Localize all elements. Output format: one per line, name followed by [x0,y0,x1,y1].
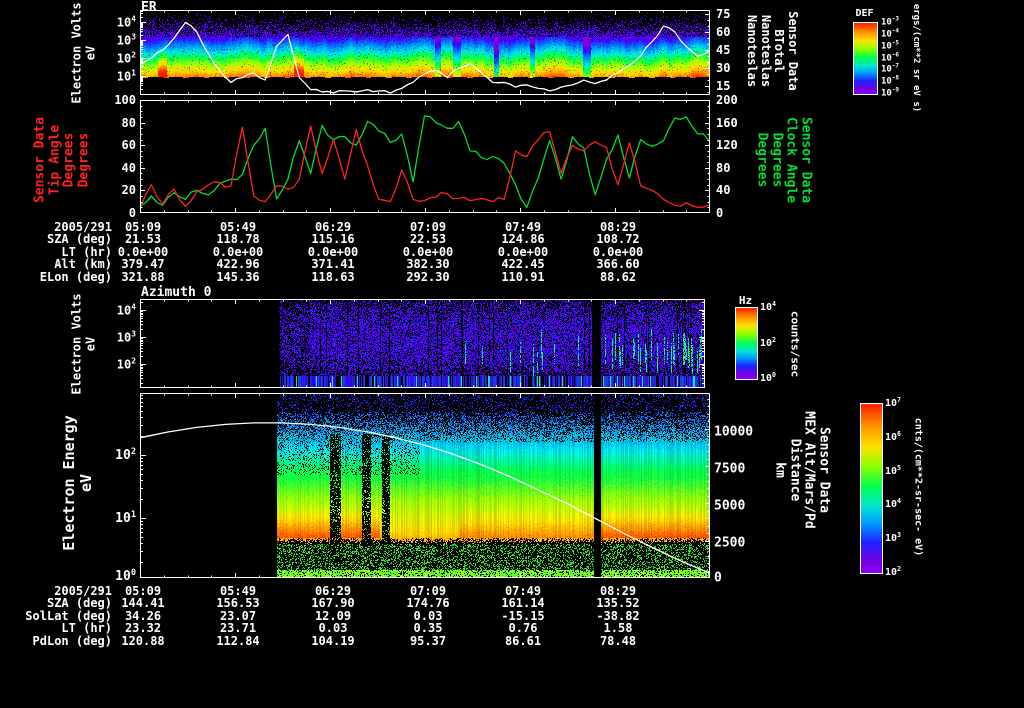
tick-label: 104 [760,299,777,314]
er-spectrogram-canvas [140,10,710,95]
azimuth-spectrogram-canvas [140,299,705,388]
table-row: 2005/291 05:09 05:49 06:29 07:09 07:49 08:29 [0,584,740,598]
tick-label: 160 [716,116,738,130]
tick-label: 104 [116,302,136,318]
tick-label: 100 [114,93,136,107]
row-value: 118.63 [311,269,355,284]
tick-label: 80 [716,161,731,175]
tick-label: 200 [716,93,738,107]
tick-label: 102 [116,356,136,372]
azimuth-left-axis-ticks: 104 103 102 [98,299,136,388]
tick-label: 0 [714,570,722,586]
energy-spectrogram-canvas [140,393,710,578]
row-value: 95.37 [409,633,447,648]
er-colorbar-ticks: 10-3 10-4 10-5 10-6 10-7 10-8 10-9 [881,16,915,98]
azimuth-colorbar [735,307,758,380]
tick-label: 20 [121,183,136,197]
energy-left-axis-ticks: 102 101 100 [96,393,136,584]
tick-label: 103 [885,530,902,545]
energy-right-axis-ticks: 10000 7500 5000 2500 0 [714,393,766,585]
tick-label: 100 [115,567,136,585]
tick-label: 10000 [714,424,754,440]
table-row: SZA (deg) 144.41 156.53 167.90 174.76 161.14 1… [0,596,740,610]
tick-label: 107 [885,395,902,410]
tick-label: 103 [116,32,136,48]
row-value: 78.48 [599,633,637,648]
table-row: 2005/291 05:09 05:49 06:29 07:09 07:49 08:29 [0,220,740,234]
tick-label: 60 [716,25,731,39]
energy-colorbar-unit: cnts/(cm**2-sr-sec- eV) [912,417,924,557]
tick-label: 10-8 [881,74,899,87]
clock-angle-axis-label: Sensor Data Clock Angle Degrees Degrees [754,116,814,204]
row-value: 292.30 [406,269,450,284]
angles-right-axis-ticks: 200 160 120 80 40 0 [716,94,756,219]
energy-ylabel: Electron Energy eV [60,415,95,551]
er-right-axis-label: Sensor Data BTotal Nanoteslas Nanoteslas [745,11,801,91]
tick-label: 10-5 [881,39,899,52]
row-value: 145.36 [216,269,260,284]
azimuth-colorbar-title: Hz [738,294,753,307]
row-value: 120.88 [121,633,165,648]
er-colorbar-title: DEF [855,8,874,19]
row-value: 112.84 [216,633,260,648]
tick-label: 0 [128,206,136,220]
tick-label: 101 [116,68,136,84]
tick-label: 10-4 [881,27,899,40]
tick-label: 10-3 [881,15,899,28]
tick-label: 103 [116,329,136,345]
tick-label: 10-9 [881,86,899,99]
tick-label: 10-7 [881,62,899,75]
tick-label: 104 [885,496,902,511]
er-colorbar [853,22,878,95]
tick-label: 75 [716,7,731,21]
tick-label: 106 [885,429,902,444]
angles-plot-canvas [140,100,710,213]
er-colorbar-unit: ergs/(cm**2 sr eV s) [911,3,921,113]
tick-label: 30 [716,61,731,75]
row-value: 86.61 [504,633,542,648]
tick-label: 0 [716,206,724,220]
row-value: 321.88 [121,269,165,284]
table-row: Alt (km) 379.47 422.96 371.41 382.30 422.45 36… [0,257,740,271]
tick-label: 40 [716,183,731,197]
tick-label: 102 [760,335,777,350]
tick-label: 102 [116,50,136,66]
table-row: SZA (deg) 21.53 118.78 115.16 22.53 124.86 108… [0,232,740,246]
tick-label: 60 [121,138,136,152]
tick-label: 100 [760,370,777,385]
tick-label: 104 [116,14,136,30]
angles-left-axis-ticks: 100 80 60 40 20 0 [98,94,136,219]
distance-axis-label: Sensor Data MEX Alt/Mars/Pd Distance km [772,411,832,529]
er-ylabel: Electron Volts eV [69,2,97,104]
tick-label: 7500 [714,461,746,477]
tick-label: 102 [115,446,136,464]
er-left-axis-ticks: 104 103 102 101 [98,10,136,95]
table-row: PdLon (deg) 120.88 112.84 104.19 95.37 86.61 7… [0,633,740,648]
table-row: LT (hr) 23.32 23.71 0.03 0.35 0.76 1.58 [0,621,740,635]
azimuth-colorbar-unit: counts/sec [788,310,802,378]
tick-label: 5000 [714,498,746,514]
azimuth-ylabel: Electron Volts eV [69,293,97,395]
table-row: LT (hr) 0.0e+00 0.0e+00 0.0e+00 0.0e+00 0.0e+… [0,245,740,259]
tick-label: 101 [115,509,136,527]
table-row: ELon (deg) 321.88 145.36 118.63 292.30 110.91… [0,269,740,284]
tick-label: 102 [885,564,902,579]
orbit-summary-plot-page: { "panel_er": { "title": "ER", "ylabel_l… [0,0,1024,708]
tick-label: 2500 [714,535,746,551]
azimuth-panel-title: Azimuth 0 [141,285,212,300]
row-value: 110.91 [501,269,545,284]
tick-label: 45 [716,43,731,57]
table-row: SolLat (deg) 34.26 23.07 12.09 0.03 -15.15 -38… [0,609,740,623]
energy-colorbar [860,403,883,574]
tick-label: 80 [121,116,136,130]
tick-label: 40 [121,161,136,175]
row-value: 88.62 [599,269,637,284]
tip-angle-axis-label: Sensor Data Tip Angle Degrees Degrees [32,116,92,204]
tick-label: 120 [716,138,738,152]
tick-label: 15 [716,79,731,93]
tick-label: 105 [885,463,902,478]
row-value: 104.19 [311,633,355,648]
